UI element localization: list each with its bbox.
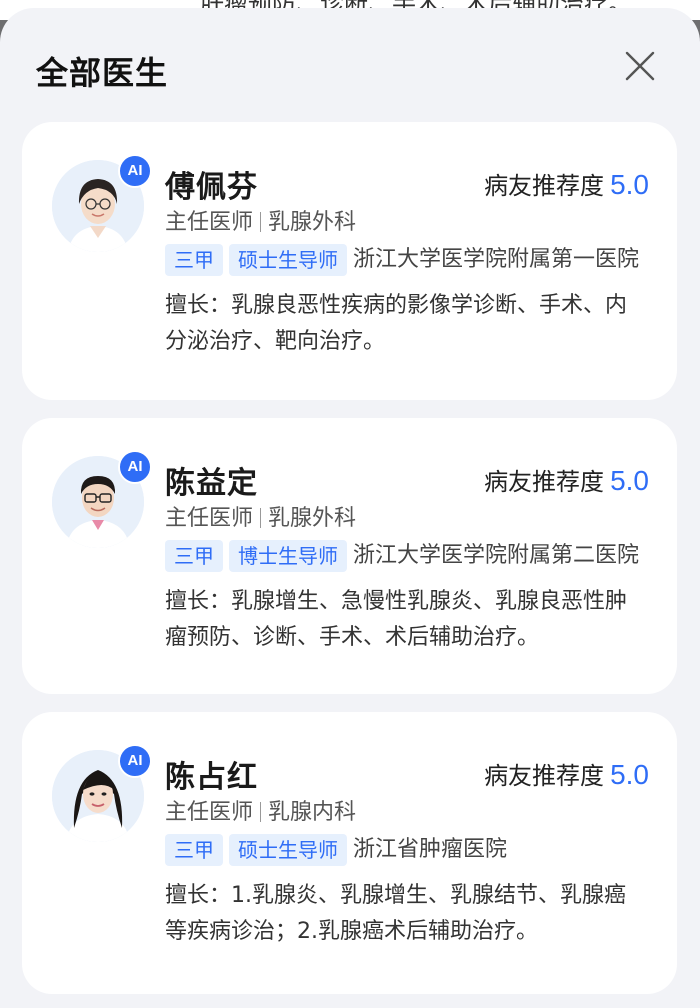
doctor-department: 乳腺外科	[268, 506, 357, 531]
divider	[260, 802, 262, 822]
doctor-specialty: 擅长：乳腺良恶性疾病的影像学诊断、手术、内分泌治疗、靶向治疗。	[165, 288, 645, 360]
avatar-container: AI	[52, 154, 152, 252]
doctor-department: 乳腺外科	[268, 210, 357, 235]
doctor-name: 陈占红	[165, 760, 258, 795]
rating-label: 病友推荐度	[484, 172, 605, 200]
supervisor-tag: 硕士生导师	[229, 834, 347, 866]
specialty-text: 乳腺增生、急慢性乳腺炎、乳腺良恶性肿瘤预防、诊断、手术、术后辅助治疗。	[165, 589, 628, 650]
doctor-department: 乳腺内科	[268, 800, 357, 825]
recommendation-score: 病友推荐度 5.0	[484, 166, 649, 201]
avatar-container: AI	[52, 450, 152, 548]
doctor-name: 傅佩芬	[165, 170, 258, 205]
doctor-title: 主任医师	[165, 800, 254, 825]
doctor-card[interactable]: AI 傅佩芬 病友推荐度 5.0 主任医师 乳腺外科 三甲 硕士生导师 浙江大学医学院附…	[22, 122, 677, 400]
doctor-title-line: 主任医师 乳腺外科	[165, 204, 356, 236]
avatar-container: AI	[52, 744, 152, 842]
recommendation-score: 病友推荐度 5.0	[484, 756, 649, 791]
recommendation-score: 病友推荐度 5.0	[484, 462, 649, 497]
rating-label: 病友推荐度	[484, 762, 605, 790]
ai-badge: AI	[118, 154, 152, 188]
doctor-card[interactable]: AI 陈益定 病友推荐度 5.0 主任医师 乳腺外科 三甲 博士生导师 浙江大学医学院附…	[22, 418, 677, 694]
rating-value: 5.0	[610, 759, 649, 790]
specialty-text: 乳腺良恶性疾病的影像学诊断、手术、内分泌治疗、靶向治疗。	[165, 293, 628, 354]
tags-row: 三甲 硕士生导师 浙江省肿瘤医院	[165, 834, 645, 866]
doctor-title-line: 主任医师 乳腺内科	[165, 794, 356, 826]
tags-row: 三甲 硕士生导师 浙江大学医学院附属第一医院	[165, 244, 645, 276]
supervisor-tag: 博士生导师	[229, 540, 347, 572]
sheet-header: 全部医生	[0, 8, 700, 120]
ai-badge: AI	[118, 450, 152, 484]
rating-value: 5.0	[610, 169, 649, 200]
supervisor-tag: 硕士生导师	[229, 244, 347, 276]
hospital-name: 浙江大学医学院附属第二医院	[353, 543, 640, 568]
close-button[interactable]	[618, 44, 662, 88]
divider	[260, 212, 262, 232]
hospital-name: 浙江省肿瘤医院	[353, 837, 508, 862]
doctor-title-line: 主任医师 乳腺外科	[165, 500, 356, 532]
tags-row: 三甲 博士生导师 浙江大学医学院附属第二医院	[165, 540, 645, 572]
doctor-specialty: 擅长：乳腺增生、急慢性乳腺炎、乳腺良恶性肿瘤预防、诊断、手术、术后辅助治疗。	[165, 584, 645, 656]
doctor-title: 主任医师	[165, 506, 254, 531]
divider	[260, 508, 262, 528]
specialty-text: 1.乳腺炎、乳腺增生、乳腺结节、乳腺癌等疾病诊治；2.乳腺癌术后辅助治疗。	[165, 883, 627, 944]
specialty-label: 擅长：	[165, 589, 232, 614]
doctor-name: 陈益定	[165, 466, 258, 501]
doctor-title: 主任医师	[165, 210, 254, 235]
rating-label: 病友推荐度	[484, 468, 605, 496]
hospital-level-tag: 三甲	[165, 540, 223, 572]
ai-badge: AI	[118, 744, 152, 778]
specialty-label: 擅长：	[165, 293, 232, 318]
close-icon	[625, 51, 655, 81]
doctor-card[interactable]: AI 陈占红 病友推荐度 5.0 主任医师 乳腺内科 三甲 硕士生导师 浙江省肿瘤医院 …	[22, 712, 677, 994]
sheet-title: 全部医生	[36, 54, 169, 92]
rating-value: 5.0	[610, 465, 649, 496]
doctor-list-sheet: 全部医生 AI 傅佩芬 病友推荐度 5.0 主任医师 乳腺外科 三甲 硕士生导师…	[0, 8, 700, 1008]
specialty-label: 擅长：	[165, 883, 232, 908]
hospital-name: 浙江大学医学院附属第一医院	[353, 247, 640, 272]
hospital-level-tag: 三甲	[165, 244, 223, 276]
hospital-level-tag: 三甲	[165, 834, 223, 866]
doctor-specialty: 擅长：1.乳腺炎、乳腺增生、乳腺结节、乳腺癌等疾病诊治；2.乳腺癌术后辅助治疗。	[165, 878, 645, 950]
